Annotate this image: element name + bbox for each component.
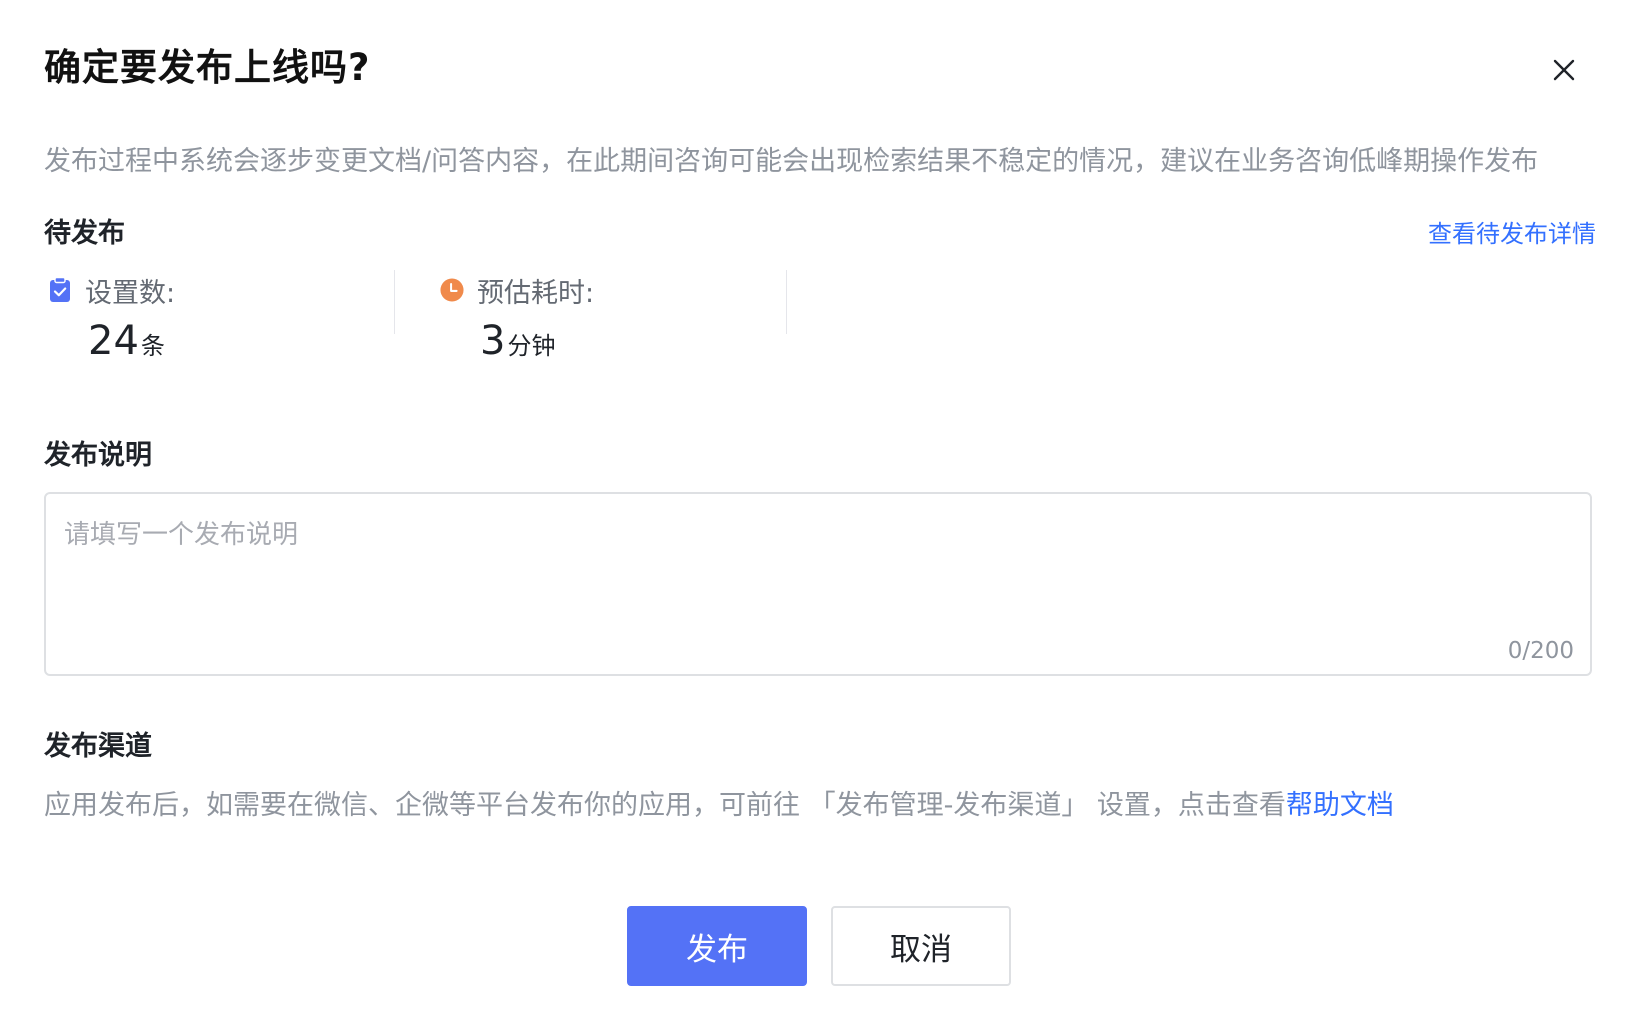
view-pending-details-link[interactable]: 查看待发布详情	[1428, 216, 1596, 252]
settings-count-stat: 设置数: 24条	[48, 270, 394, 364]
dialog-title: 确定要发布上线吗?	[44, 46, 371, 89]
cancel-button[interactable]: 取消	[831, 906, 1011, 986]
publish-channel-title: 发布渠道	[44, 731, 152, 762]
release-notes-title: 发布说明	[44, 440, 152, 471]
estimated-time-stat: 预估耗时: 3分钟	[440, 270, 786, 364]
release-notes-input[interactable]	[46, 494, 1590, 674]
publish-dialog: 确定要发布上线吗? 发布过程中系统会逐步变更文档/问答内容，在此期间咨询可能会出…	[0, 0, 1640, 1018]
pending-section-title: 待发布	[44, 218, 125, 249]
publish-channel-description: 应用发布后，如需要在微信、企微等平台发布你的应用，可前往 「发布管理-发布渠道」…	[44, 786, 1394, 826]
release-notes-box: 0/200	[44, 492, 1592, 676]
help-docs-link[interactable]: 帮助文档	[1286, 790, 1394, 821]
stat-divider	[394, 270, 395, 334]
clock-icon	[440, 276, 464, 304]
publish-channel-text: 应用发布后，如需要在微信、企微等平台发布你的应用，可前往 「发布管理-发布渠道」…	[44, 790, 1286, 821]
stat-divider	[786, 270, 787, 334]
estimated-time-value: 3	[480, 318, 506, 364]
char-counter: 0/200	[1507, 638, 1574, 664]
settings-count-label: 设置数:	[85, 277, 176, 309]
estimated-time-unit: 分钟	[507, 332, 556, 360]
settings-count-unit: 条	[140, 332, 165, 360]
settings-count-value: 24	[88, 318, 139, 364]
close-icon[interactable]	[1546, 52, 1582, 88]
publish-button[interactable]: 发布	[627, 906, 807, 986]
dialog-description: 发布过程中系统会逐步变更文档/问答内容，在此期间咨询可能会出现检索结果不稳定的情…	[44, 146, 1539, 177]
estimated-time-label: 预估耗时:	[477, 277, 595, 309]
clipboard-check-icon	[48, 276, 72, 304]
